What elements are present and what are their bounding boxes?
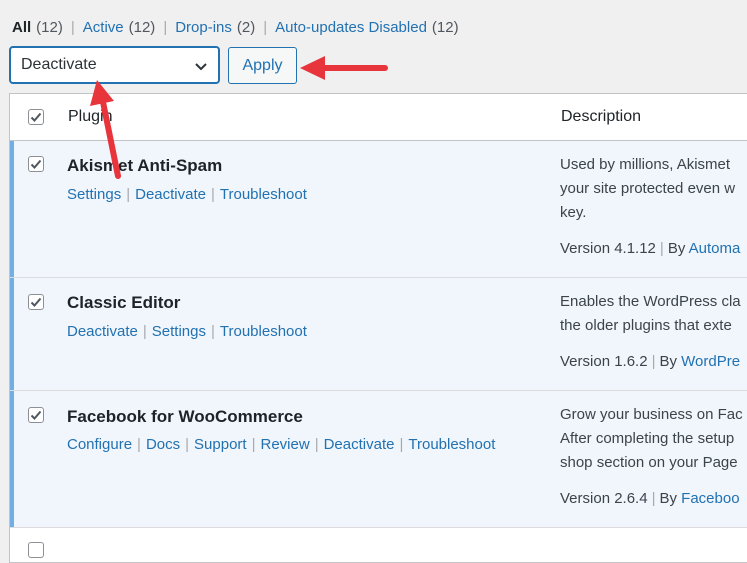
checkmark-icon — [30, 112, 42, 122]
apply-button[interactable]: Apply — [228, 47, 297, 84]
filter-dropins[interactable]: Drop-ins (2) — [175, 19, 255, 36]
filter-all-count: (12) — [36, 18, 63, 36]
row-actions: Configure | Docs | Support | Review | Deactivate… — [67, 436, 496, 453]
row-checkbox[interactable] — [28, 294, 44, 310]
arrow-to-apply-button — [300, 56, 388, 80]
filter-all[interactable]: All (12) — [12, 19, 63, 36]
troubleshoot-link[interactable]: Troubleshoot — [408, 436, 495, 453]
by-text: By — [659, 353, 677, 370]
plugin-version-info: Version 2.6.4 | By Faceboo — [560, 490, 740, 507]
filter-autoupdates-disabled[interactable]: Auto-updates Disabled (12) — [275, 19, 458, 36]
plugin-name: Facebook for WooCommerce — [67, 407, 303, 426]
description-line: After completing the setup — [560, 430, 735, 447]
filter-dropins-label[interactable]: Drop-ins — [175, 19, 232, 36]
active-indicator — [10, 278, 14, 390]
active-indicator — [10, 141, 14, 277]
description-line: key. — [560, 204, 587, 221]
filter-separator: | — [163, 18, 168, 36]
docs-link[interactable]: Docs — [146, 436, 180, 453]
author-link[interactable]: WordPre — [681, 353, 740, 370]
filter-active-count: (12) — [128, 18, 156, 36]
filter-active[interactable]: Active (12) — [83, 19, 156, 36]
configure-link[interactable]: Configure — [67, 436, 132, 453]
by-text: By — [659, 490, 677, 507]
support-link[interactable]: Support — [194, 436, 247, 453]
settings-link[interactable]: Settings — [67, 186, 121, 203]
table-header: Plugin Description — [10, 94, 747, 141]
plugin-version-info: Version 4.1.12 | By Automa — [560, 240, 741, 257]
row-checkbox[interactable] — [28, 407, 44, 423]
description-line: shop section on your Page — [560, 454, 738, 471]
row-actions: Settings | Deactivate | Troubleshoot — [67, 186, 307, 203]
by-text: By — [667, 240, 686, 257]
active-indicator — [10, 391, 14, 527]
table-row: Akismet Anti-Spam Settings | Deactivate | Tr… — [10, 141, 747, 278]
plugin-name: Akismet Anti-Spam — [67, 156, 223, 175]
plugin-status-filters: All (12) | Active (12) | Drop-ins (2) | … — [12, 16, 459, 38]
filter-separator: | — [263, 18, 268, 36]
deactivate-link[interactable]: Deactivate — [67, 323, 138, 340]
row-actions: Deactivate | Settings | Troubleshoot — [67, 323, 307, 340]
plugin-name: Classic Editor — [67, 293, 181, 312]
select-all-checkbox[interactable] — [28, 109, 44, 125]
plugin-description: Used by millions, Akismet your site prot… — [560, 153, 747, 225]
bulk-action-selected-value: Deactivate — [21, 56, 97, 73]
troubleshoot-link[interactable]: Troubleshoot — [220, 323, 307, 340]
settings-link[interactable]: Settings — [152, 323, 206, 340]
column-header-description: Description — [561, 108, 642, 125]
deactivate-link[interactable]: Deactivate — [324, 436, 395, 453]
deactivate-link[interactable]: Deactivate — [135, 186, 206, 203]
version-text: Version 1.6.2 — [560, 353, 648, 370]
filter-autoupdates-label[interactable]: Auto-updates Disabled — [275, 19, 427, 36]
column-header-plugin[interactable]: Plugin — [68, 108, 112, 126]
filter-autoupdates-count: (12) — [431, 18, 459, 36]
chevron-down-icon — [195, 63, 207, 71]
checkmark-icon — [30, 159, 42, 169]
description-line: Enables the WordPress cla — [560, 293, 741, 310]
review-link[interactable]: Review — [261, 436, 310, 453]
row-checkbox[interactable] — [28, 542, 44, 558]
table-row: Facebook for WooCommerce Configure | Docs |… — [10, 391, 747, 528]
filter-all-label[interactable]: All — [12, 19, 31, 36]
bulk-action-select[interactable]: Deactivate — [9, 46, 220, 84]
plugin-version-info: Version 1.6.2 | By WordPre — [560, 353, 741, 370]
description-line: Grow your business on Fac — [560, 406, 743, 423]
filter-active-label[interactable]: Active — [83, 19, 124, 36]
checkmark-icon — [30, 297, 42, 307]
checkmark-icon — [30, 410, 42, 420]
version-text: Version 2.6.4 — [560, 490, 648, 507]
filter-separator: | — [70, 18, 75, 36]
filter-dropins-count: (2) — [236, 18, 256, 36]
description-line: the older plugins that exte — [560, 317, 732, 334]
table-row: Classic Editor Deactivate | Settings | Troub… — [10, 278, 747, 391]
author-link[interactable]: Automa — [689, 240, 741, 257]
troubleshoot-link[interactable]: Troubleshoot — [220, 186, 307, 203]
table-row-partial — [10, 528, 747, 562]
version-text: Version 4.1.12 — [560, 240, 656, 257]
author-link[interactable]: Faceboo — [681, 490, 739, 507]
plugins-table: Plugin Description Akismet Anti-Spam Set… — [9, 93, 747, 563]
plugin-description: Enables the WordPress cla the older plug… — [560, 290, 747, 338]
description-line: your site protected even w — [560, 180, 736, 197]
description-line: Used by millions, Akismet — [560, 156, 731, 173]
plugin-description: Grow your business on Fac After completi… — [560, 403, 747, 475]
row-checkbox[interactable] — [28, 156, 44, 172]
